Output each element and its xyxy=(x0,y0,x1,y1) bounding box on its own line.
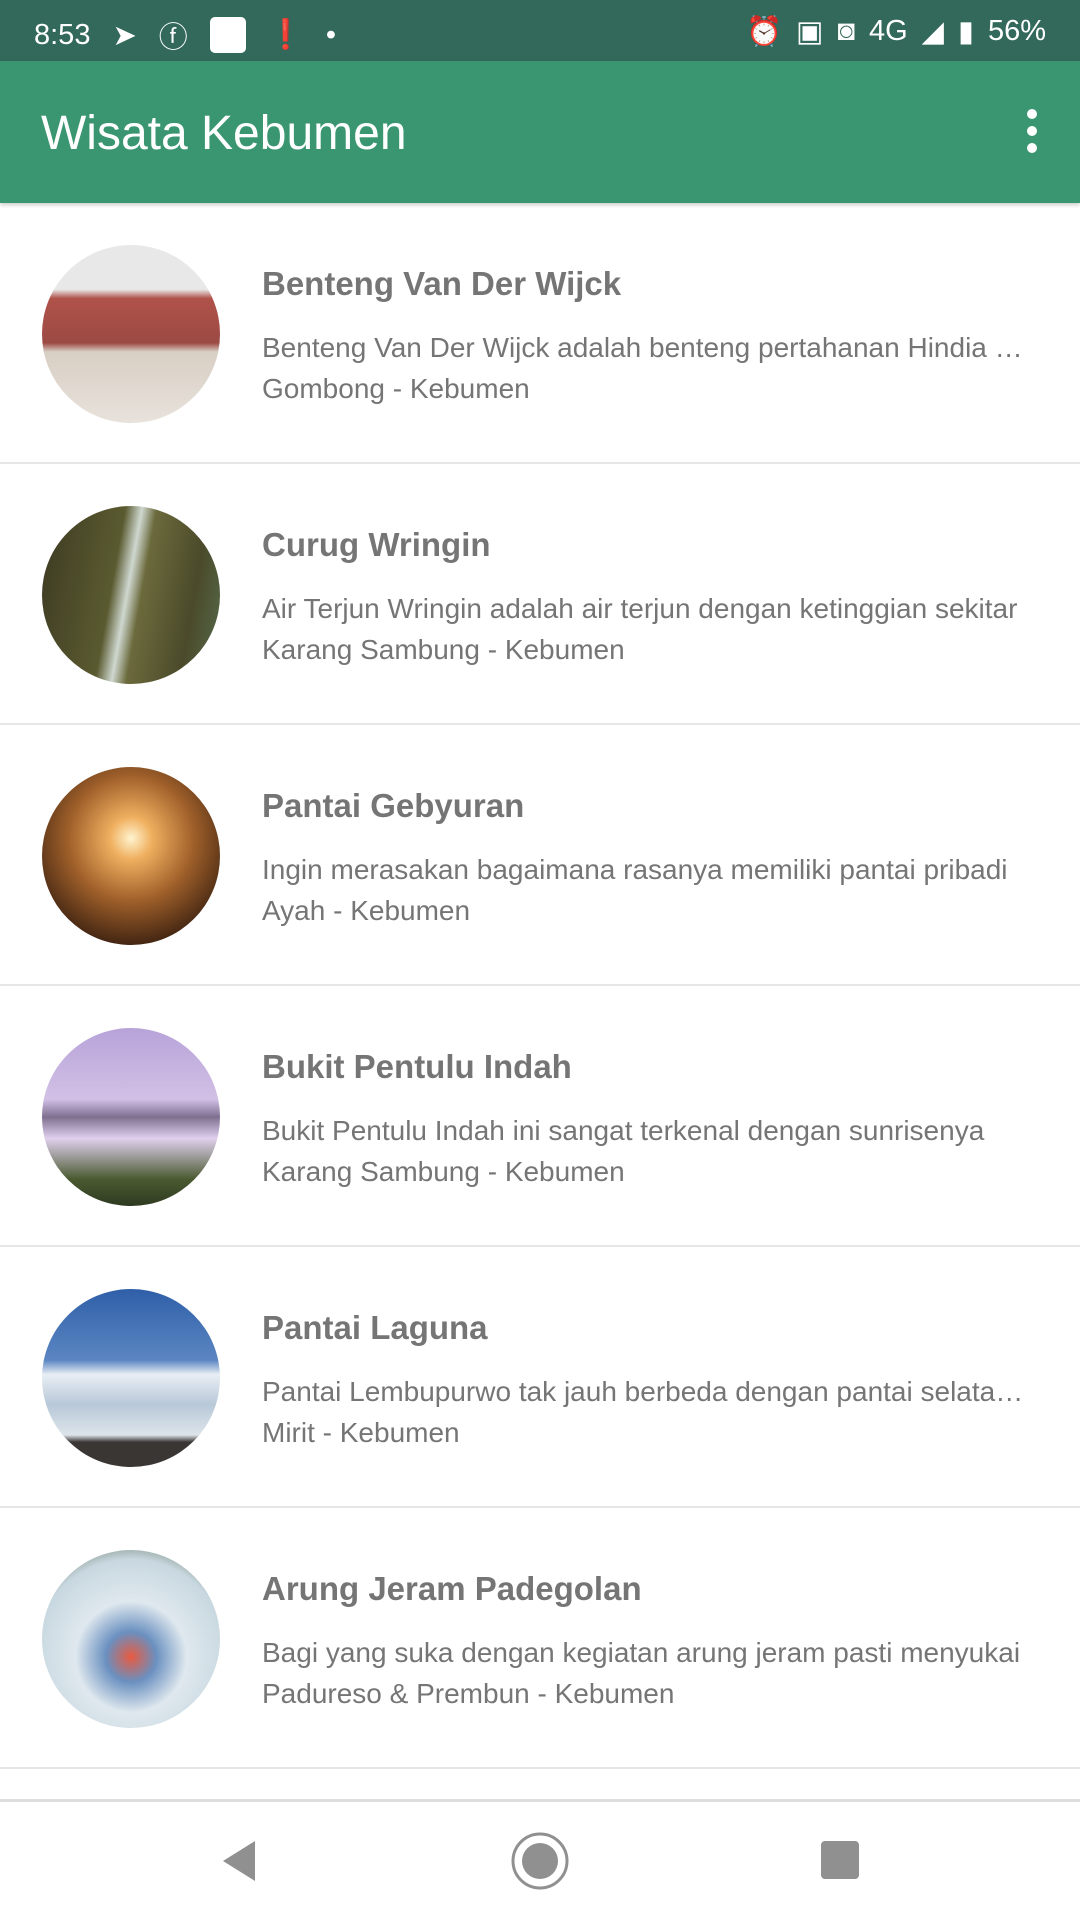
destination-title: Pantai Gebyuran xyxy=(262,787,525,824)
list-item[interactable]: Pantai Laguna Pantai Lembupurwo tak jauh… xyxy=(0,1247,1080,1508)
destination-thumbnail xyxy=(42,767,220,945)
destination-description: Pantai Lembupurwo tak jauh berbeda denga… xyxy=(262,1376,1037,1407)
alert-icon: ❗ xyxy=(267,19,304,51)
dot-icon xyxy=(1027,126,1037,136)
destination-description: Bagi yang suka dengan kegiatan arung jer… xyxy=(262,1637,1021,1668)
destination-title: Curug Wringin xyxy=(262,526,491,563)
more-notifications-icon: • xyxy=(325,18,337,51)
destination-description: Benteng Van Der Wijck adalah benteng per… xyxy=(262,332,1037,363)
home-icon[interactable] xyxy=(510,1831,570,1891)
list-item[interactable]: Curug Wringin Air Terjun Wringin adalah … xyxy=(0,464,1080,725)
destination-location: Ayah - Kebumen xyxy=(262,895,471,926)
facebook-icon: ⓕ xyxy=(158,22,188,54)
back-icon[interactable] xyxy=(215,1837,263,1885)
destination-list: Benteng Van Der Wijck Benteng Van Der Wi… xyxy=(0,203,1080,1769)
dot-icon xyxy=(1027,109,1037,119)
alarm-icon: ⏰ xyxy=(745,15,783,48)
destination-title: Arung Jeram Padegolan xyxy=(262,1570,642,1607)
destination-location: Mirit - Kebumen xyxy=(262,1417,460,1448)
destination-location: Karang Sambung - Kebumen xyxy=(262,1156,625,1187)
notification-icon xyxy=(209,17,246,53)
destination-thumbnail xyxy=(42,245,220,423)
destination-thumbnail xyxy=(42,1550,220,1728)
destination-title: Benteng Van Der Wijck xyxy=(262,265,622,302)
list-item-partial[interactable] xyxy=(0,1770,1080,1802)
navigation-bar xyxy=(0,1803,1080,1920)
destination-description: Ingin merasakan bagaimana rasanya memili… xyxy=(262,854,1008,885)
list-item[interactable]: Bukit Pentulu Indah Bukit Pentulu Indah … xyxy=(0,986,1080,1247)
destination-title: Bukit Pentulu Indah xyxy=(262,1048,572,1085)
destination-thumbnail xyxy=(42,1028,220,1206)
page-title: Wisata Kebumen xyxy=(41,107,407,160)
destination-title: Pantai Laguna xyxy=(262,1309,488,1346)
destination-location: Karang Sambung - Kebumen xyxy=(262,634,625,665)
signal-icon: ◢ xyxy=(921,16,944,48)
network-type: 4G xyxy=(868,15,908,47)
recents-icon[interactable] xyxy=(820,1837,860,1881)
destination-location: Gombong - Kebumen xyxy=(262,373,530,404)
list-item[interactable]: Arung Jeram Padegolan Bagi yang suka den… xyxy=(0,1508,1080,1769)
destination-thumbnail xyxy=(42,1289,220,1467)
destination-location: Padureso & Prembun - Kebumen xyxy=(262,1678,675,1709)
destination-thumbnail xyxy=(42,506,220,684)
destination-description: Air Terjun Wringin adalah air terjun den… xyxy=(262,593,1018,624)
clock: 8:53 xyxy=(34,18,91,51)
wifi-icon: ◙ xyxy=(837,15,855,47)
destination-description: Bukit Pentulu Indah ini sangat terkenal … xyxy=(262,1115,985,1146)
status-bar: 8:53 ➤ ⓕ ❗ • ⏰ ▣ ◙ 4G ◢ ▮ 56% xyxy=(0,0,1080,61)
dot-icon xyxy=(1027,143,1037,153)
overflow-menu-button[interactable] xyxy=(1008,99,1056,163)
list-item[interactable]: Benteng Van Der Wijck Benteng Van Der Wi… xyxy=(0,203,1080,464)
telegram-icon: ➤ xyxy=(112,19,137,52)
battery-level: 56% xyxy=(987,15,1046,47)
battery-icon: ▮ xyxy=(957,16,974,48)
list-item[interactable]: Pantai Gebyuran Ingin merasakan bagaiman… xyxy=(0,725,1080,986)
app-bar: Wisata Kebumen xyxy=(0,61,1080,203)
cast-icon: ▣ xyxy=(796,16,824,48)
